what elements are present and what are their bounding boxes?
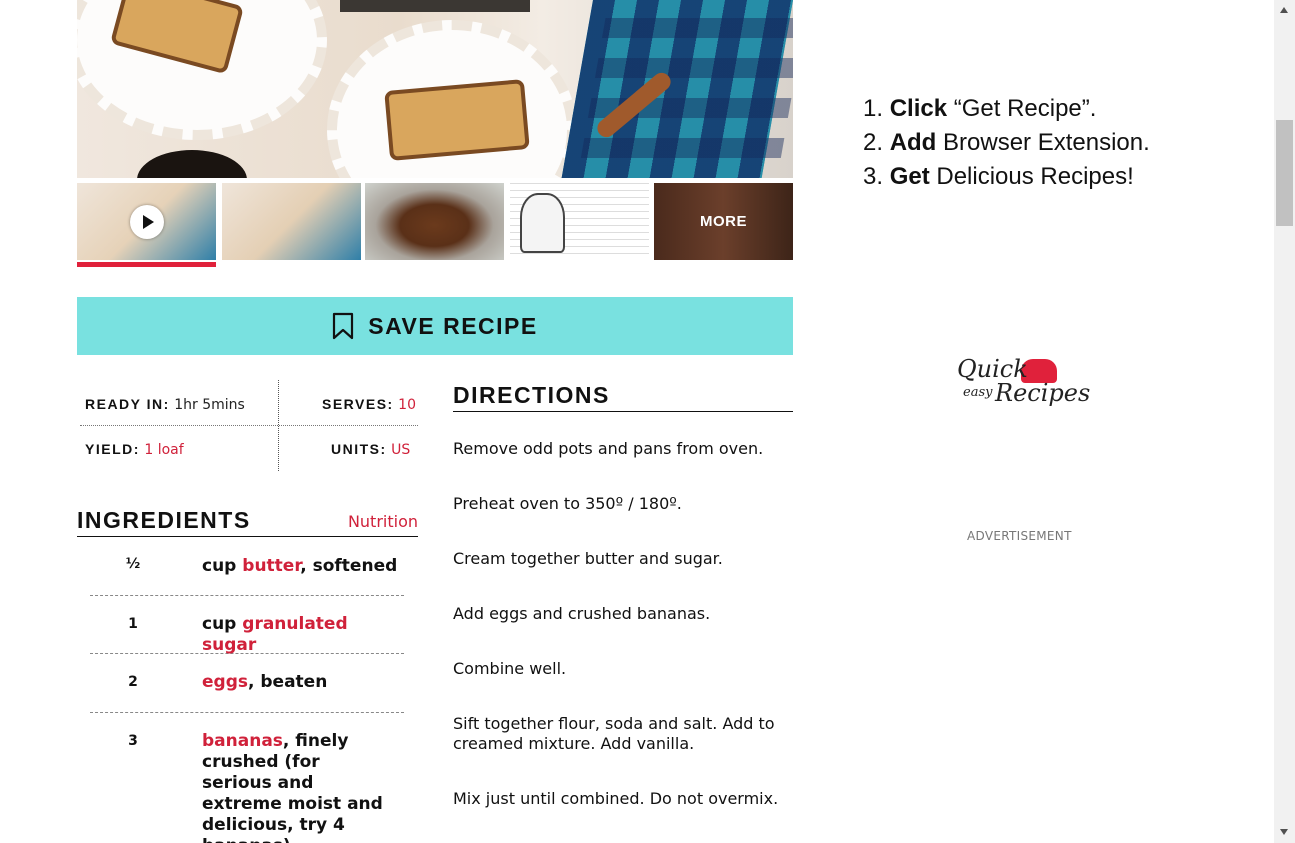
- ingredient-unit: cup: [202, 556, 243, 576]
- ad-step-text: Delicious Recipes!: [929, 163, 1134, 190]
- direction-step: Preheat oven to 350º / 180º.: [453, 494, 682, 513]
- ad-step: 1. Click “Get Recipe”.: [863, 92, 1150, 126]
- ingredient-note: , softened: [300, 556, 398, 576]
- ad-step: 3. Get Delicious Recipes!: [863, 160, 1150, 194]
- units-label: UNITS:: [331, 441, 387, 457]
- units-value[interactable]: US: [391, 442, 410, 458]
- ingredient-text: bananas, finely crushed (for serious and…: [202, 731, 387, 843]
- advertisement-label: ADVERTISEMENT: [967, 529, 1072, 543]
- illustration-figure: [520, 193, 565, 253]
- ingredient-quantity: 1: [128, 616, 138, 632]
- page-scrollbar[interactable]: [1274, 0, 1295, 843]
- cake-slice-image: [384, 79, 530, 161]
- bookmark-icon: [333, 312, 354, 340]
- logo-text: easy: [963, 385, 993, 400]
- direction-step: Sift together flour, soda and salt. Add …: [453, 714, 775, 753]
- ingredient-row: 3 bananas, finely crushed (for serious a…: [90, 713, 404, 843]
- nutrition-link[interactable]: Nutrition: [348, 512, 418, 531]
- yield-label: YIELD:: [85, 441, 140, 457]
- units: UNITS: US: [331, 441, 410, 458]
- thumbnail-video[interactable]: [77, 183, 216, 260]
- ad-step-number: 3.: [863, 163, 884, 190]
- ingredient-row: ½ cup butter, softened: [90, 548, 404, 596]
- scroll-down-arrow-icon[interactable]: [1280, 829, 1288, 835]
- save-recipe-label: SAVE RECIPE: [368, 312, 538, 339]
- play-icon[interactable]: [130, 205, 164, 239]
- more-photos-label: MORE: [700, 213, 747, 230]
- directions-header: DIRECTIONS: [453, 380, 793, 412]
- ad-step-text: Browser Extension.: [936, 129, 1150, 156]
- recipe-info: READY IN: 1hr 5mins SERVES: 10 YIELD: 1 …: [77, 380, 418, 471]
- ready-in-label: READY IN:: [85, 396, 170, 412]
- ingredient-row: 1 cup granulated sugar: [90, 596, 404, 656]
- thumbnail-photo[interactable]: [510, 183, 649, 260]
- direction-step: Cream together butter and sugar.: [453, 549, 723, 568]
- ingredient-row: 2 eggs, beaten: [90, 654, 404, 713]
- ingredient-unit: cup: [202, 614, 243, 634]
- direction-step: Combine well.: [453, 659, 567, 678]
- quick-easy-recipes-logo[interactable]: Quick easy Recipes: [955, 355, 1090, 415]
- ad-step-action: Get: [889, 163, 930, 190]
- ingredients-header: INGREDIENTS Nutrition: [77, 505, 418, 537]
- ad-step-action: Add: [889, 129, 937, 156]
- ingredient-quantity: 3: [128, 733, 138, 749]
- recipe-page: MORE SAVE RECIPE READY IN: 1hr 5mins SER…: [0, 0, 1295, 843]
- ready-in: READY IN: 1hr 5mins: [85, 396, 245, 413]
- ingredient-text: cup butter, softened: [202, 556, 402, 577]
- hero-overlay-bar: [340, 0, 530, 12]
- ingredient-quantity: ½: [125, 556, 141, 572]
- scroll-up-arrow-icon[interactable]: [1280, 7, 1288, 13]
- divider: [80, 425, 418, 426]
- direction-step: Mix just until combined. Do not overmix.: [453, 789, 779, 808]
- coffee-cup-image: [137, 150, 247, 178]
- ingredient-link[interactable]: butter: [242, 556, 300, 576]
- ingredient-text: cup granulated sugar: [202, 614, 402, 656]
- ad-step-action: Click: [889, 95, 948, 122]
- ingredient-note: , beaten: [248, 672, 328, 692]
- serves-label: SERVES:: [322, 396, 394, 412]
- scrollbar-thumb[interactable]: [1276, 120, 1293, 226]
- direction-step: Add eggs and crushed bananas.: [453, 604, 711, 623]
- ad-step-text: “Get Recipe”.: [947, 95, 1097, 122]
- ingredient-link[interactable]: bananas: [202, 731, 283, 751]
- thumbnail-photo[interactable]: [222, 183, 361, 260]
- gallery-thumbnails: MORE: [77, 183, 793, 267]
- ad-instructions[interactable]: 1. Click “Get Recipe”. 2. Add Browser Ex…: [863, 92, 1150, 194]
- ad-step-number: 2.: [863, 129, 884, 156]
- serves-value[interactable]: 10: [398, 397, 416, 413]
- ingredient-text: eggs, beaten: [202, 672, 402, 693]
- serves: SERVES: 10: [322, 396, 416, 413]
- directions-title: DIRECTIONS: [453, 382, 610, 408]
- logo-text: Recipes: [995, 379, 1091, 407]
- napkin-pattern: [577, 0, 793, 178]
- ingredient-quantity: 2: [128, 674, 138, 690]
- thumbnail-photo[interactable]: [365, 183, 504, 260]
- save-recipe-button[interactable]: SAVE RECIPE: [77, 297, 793, 355]
- ad-step: 2. Add Browser Extension.: [863, 126, 1150, 160]
- recipe-hero-image[interactable]: [77, 0, 793, 178]
- direction-step: Remove odd pots and pans from oven.: [453, 439, 764, 458]
- active-thumbnail-indicator: [77, 262, 216, 267]
- thumbnail-more[interactable]: MORE: [654, 183, 793, 260]
- ad-step-number: 1.: [863, 95, 884, 122]
- yield: YIELD: 1 loaf: [85, 441, 184, 458]
- ready-in-value: 1hr 5mins: [174, 397, 245, 413]
- ingredient-link[interactable]: eggs: [202, 672, 248, 692]
- ingredients-title: INGREDIENTS: [77, 507, 251, 533]
- yield-value[interactable]: 1 loaf: [144, 442, 183, 458]
